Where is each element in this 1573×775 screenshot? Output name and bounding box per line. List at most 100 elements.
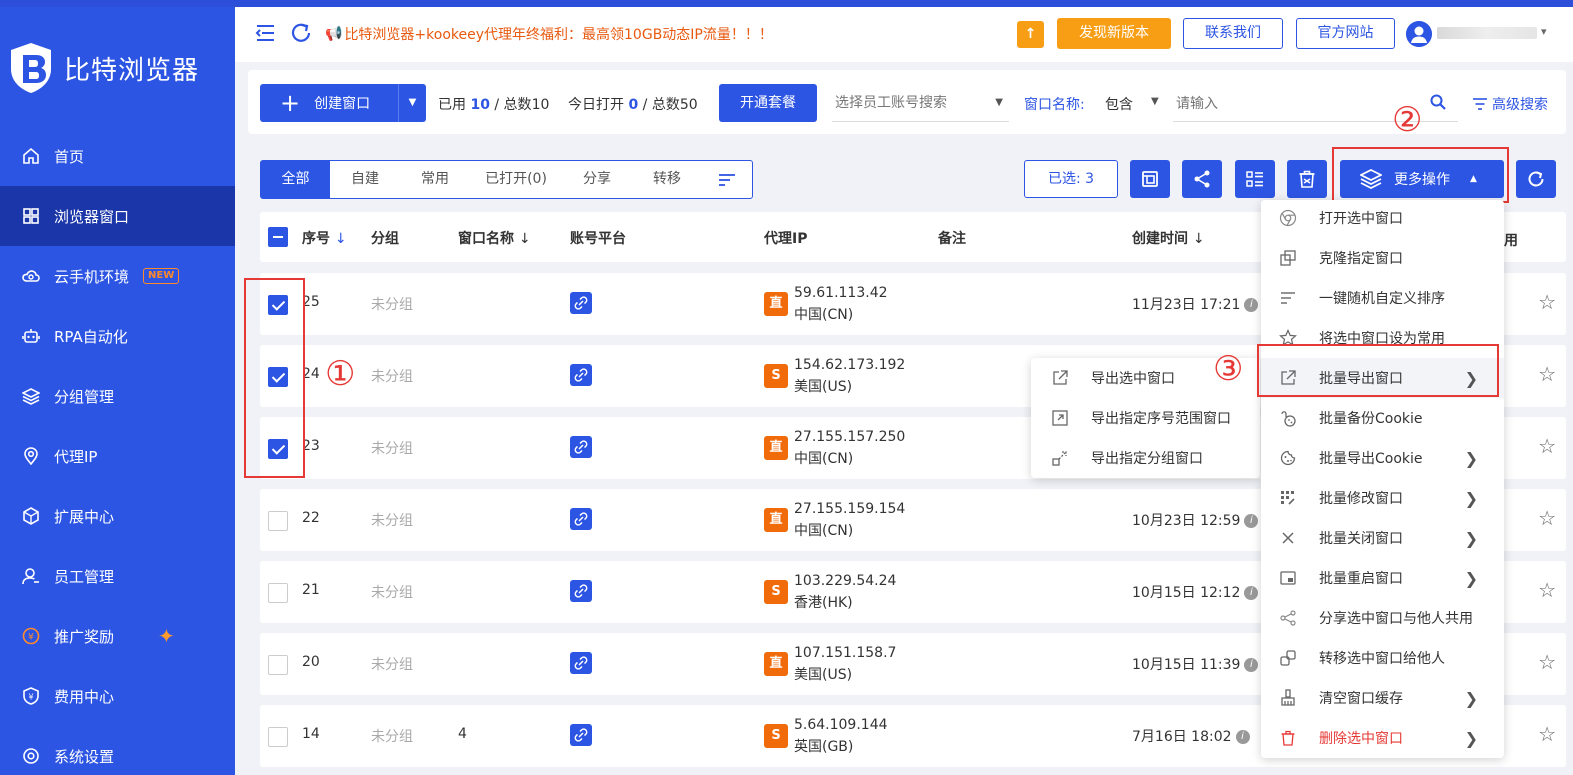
platform-link-icon[interactable]: [570, 436, 592, 458]
info-icon: i: [1235, 730, 1250, 744]
buy-plan-button[interactable]: 开通套餐: [719, 84, 817, 122]
tab-transferred[interactable]: 转移: [632, 161, 702, 198]
close-icon: [1282, 532, 1294, 544]
sidebar-item-browser-windows[interactable]: 浏览器窗口: [0, 186, 235, 246]
platform-link-icon[interactable]: [570, 364, 592, 386]
avatar[interactable]: [1406, 21, 1432, 47]
tab-self-built[interactable]: 自建: [330, 161, 400, 198]
share-button[interactable]: [1182, 160, 1222, 198]
menu-random-sort[interactable]: 一键随机自定义排序: [1261, 278, 1504, 318]
star-icon[interactable]: ☆: [1538, 364, 1556, 384]
list-view-button[interactable]: [1235, 160, 1275, 198]
advanced-search-button[interactable]: 高级搜索: [1472, 94, 1548, 114]
star-icon[interactable]: ☆: [1538, 508, 1556, 528]
upgrade-arrow-icon[interactable]: ↑: [1017, 21, 1044, 48]
annotation-box-more-actions: [1332, 147, 1509, 203]
menu-delete-selected[interactable]: 删除选中窗口 ❯: [1261, 718, 1504, 758]
row-checkbox[interactable]: [268, 511, 288, 531]
sidebar-item-staff[interactable]: 员工管理: [0, 546, 235, 606]
sidebar-item-extensions[interactable]: 扩展中心: [0, 486, 235, 546]
platform-link-icon[interactable]: [570, 580, 592, 602]
header-note: 备注: [938, 231, 966, 247]
menu-batch-edit[interactable]: 批量修改窗口 ❯: [1261, 478, 1504, 518]
app-logo: 比特浏览器: [8, 41, 199, 95]
platform-link-icon[interactable]: [570, 652, 592, 674]
sidebar-item-groups[interactable]: 分组管理: [0, 366, 235, 426]
tab-opened[interactable]: 已打开(0): [470, 161, 562, 198]
staff-account-select[interactable]: 选择员工账号搜索 ▼: [832, 86, 1009, 122]
collapse-menu-icon[interactable]: [253, 21, 277, 45]
sidebar-item-cloud-phone[interactable]: 云手机环境 NEW: [0, 246, 235, 306]
create-window-button[interactable]: + 创建窗口: [260, 84, 398, 122]
search-icon[interactable]: [1430, 94, 1446, 110]
menu-batch-close[interactable]: 批量关闭窗口 ❯: [1261, 518, 1504, 558]
row-seq: 14: [302, 726, 320, 742]
star-icon[interactable]: ☆: [1538, 652, 1556, 672]
proxy-ip: 107.151.158.7 美国(US): [794, 645, 897, 683]
row-seq: 21: [302, 582, 320, 598]
tab-all[interactable]: 全部: [261, 161, 330, 198]
more-actions-menu: 打开选中窗口 克隆指定窗口 一键随机自定义排序 将选中窗口设为常用 批量导出窗口…: [1261, 200, 1504, 758]
select-all-checkbox[interactable]: [268, 227, 288, 247]
recycle-bin-button[interactable]: [1287, 160, 1327, 198]
external-link-icon: [1053, 370, 1068, 385]
star-icon[interactable]: ☆: [1538, 580, 1556, 600]
menu-export-cookie[interactable]: 批量导出Cookie ❯: [1261, 438, 1504, 478]
menu-open-selected[interactable]: 打开选中窗口: [1261, 198, 1504, 238]
menu-transfer-selected[interactable]: 转移选中窗口给他人: [1261, 638, 1504, 678]
window-layout-button[interactable]: [1130, 160, 1170, 198]
header-seq[interactable]: 序号 ↓: [302, 228, 347, 248]
row-checkbox[interactable]: [268, 727, 288, 747]
arrow-down-icon: ↓: [1192, 231, 1205, 247]
cloud-icon: [22, 270, 40, 282]
info-icon: i: [1244, 658, 1259, 672]
row-checkbox[interactable]: [268, 655, 288, 675]
proxy-type-badge: 直: [764, 508, 788, 532]
row-checkbox[interactable]: [268, 583, 288, 603]
tab-common[interactable]: 常用: [400, 161, 470, 198]
official-site-button[interactable]: 官方网站: [1296, 18, 1395, 49]
contact-us-button[interactable]: 联系我们: [1183, 18, 1283, 49]
export-range-item[interactable]: 导出指定序号范围窗口: [1031, 398, 1260, 438]
star-icon[interactable]: ☆: [1538, 436, 1556, 456]
header-window-name[interactable]: 窗口名称 ↓: [458, 228, 531, 248]
sidebar-item-proxy-ip[interactable]: 代理IP: [0, 426, 235, 486]
header-created[interactable]: 创建时间 ↓: [1132, 228, 1205, 248]
refresh-icon[interactable]: [289, 21, 313, 45]
username-redacted[interactable]: [1437, 27, 1537, 39]
sidebar-item-label: 系统设置: [54, 747, 115, 766]
refresh-list-button[interactable]: [1516, 160, 1556, 198]
user-icon: [22, 568, 39, 585]
sidebar-item-referral[interactable]: ¥ 推广奖励 ✦: [0, 606, 235, 666]
proxy-type-badge: 直: [764, 652, 788, 676]
menu-clone[interactable]: 克隆指定窗口: [1261, 238, 1504, 278]
star-icon[interactable]: ☆: [1538, 292, 1556, 312]
tab-shared[interactable]: 分享: [562, 161, 632, 198]
menu-share-selected[interactable]: 分享选中窗口与他人共用: [1261, 598, 1504, 638]
sidebar-item-home[interactable]: 首页: [0, 126, 235, 186]
tab-sort[interactable]: [702, 161, 752, 198]
new-version-button[interactable]: 发现新版本: [1057, 18, 1171, 49]
menu-backup-cookie[interactable]: 批量备份Cookie: [1261, 398, 1504, 438]
promo-banner[interactable]: 📢 比特浏览器+kookeey代理年终福利：最高领10GB动态IP流量！！！: [325, 24, 773, 44]
platform-link-icon[interactable]: [570, 508, 592, 530]
star-icon[interactable]: ☆: [1538, 724, 1556, 744]
platform-link-icon[interactable]: [570, 724, 592, 746]
caret-down-icon[interactable]: ▼: [1151, 96, 1159, 107]
chevron-down-icon[interactable]: ▾: [1541, 25, 1547, 38]
sidebar-item-settings[interactable]: 系统设置: [0, 726, 235, 775]
create-window-dropdown[interactable]: ▼: [398, 84, 426, 122]
match-mode-select[interactable]: 包含: [1105, 94, 1133, 114]
cube-icon: [23, 507, 39, 525]
window-arrange-icon: [1142, 171, 1158, 187]
row-created: 7月16日 18:02 i: [1132, 726, 1250, 746]
menu-batch-restart[interactable]: 批量重启窗口 ❯: [1261, 558, 1504, 598]
menu-clear-cache[interactable]: 清空窗口缓存 ❯: [1261, 678, 1504, 718]
sidebar-item-billing[interactable]: ¥ 费用中心: [0, 666, 235, 726]
export-group-item[interactable]: 导出指定分组窗口: [1031, 438, 1260, 478]
sidebar-item-rpa[interactable]: RPA自动化: [0, 306, 235, 366]
selected-count-button[interactable]: 已选: 3: [1024, 160, 1118, 198]
sparkle-icon: ✦: [158, 624, 175, 648]
platform-link-icon[interactable]: [570, 292, 592, 314]
row-created: 11月23日 17:21 i: [1132, 294, 1259, 314]
